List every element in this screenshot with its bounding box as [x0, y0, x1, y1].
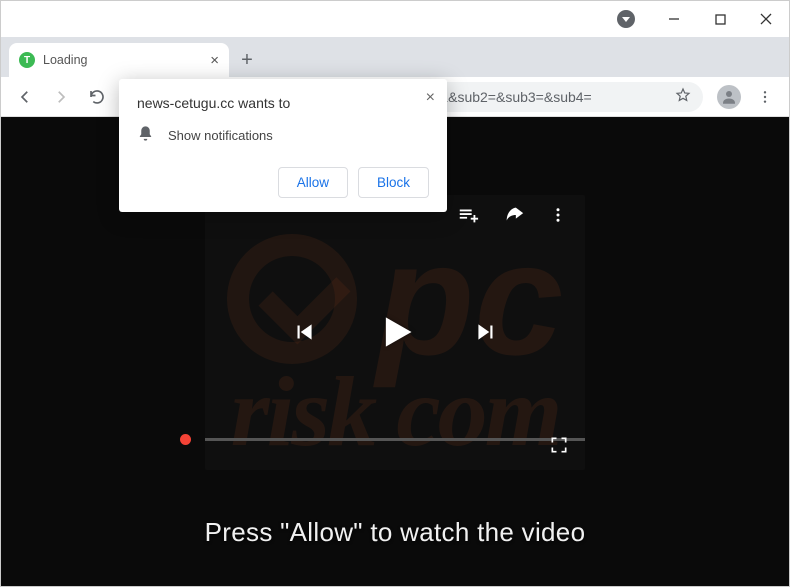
video-player — [205, 195, 585, 470]
play-button-icon[interactable] — [373, 310, 417, 359]
back-button[interactable] — [9, 81, 41, 113]
permission-label: Show notifications — [168, 128, 273, 143]
next-track-icon[interactable] — [473, 319, 499, 350]
permission-row: Show notifications — [137, 125, 429, 145]
more-options-icon[interactable] — [549, 206, 567, 229]
window-titlebar — [1, 1, 789, 37]
maximize-button[interactable] — [697, 1, 743, 37]
forward-button[interactable] — [45, 81, 77, 113]
tab-strip: T Loading × + — [1, 37, 789, 77]
progress-handle[interactable] — [180, 434, 191, 445]
browser-tab[interactable]: T Loading × — [9, 43, 229, 77]
new-tab-button[interactable]: + — [233, 46, 261, 74]
profile-avatar-icon[interactable] — [717, 85, 741, 109]
close-popup-icon[interactable]: × — [426, 89, 435, 107]
browser-window: T Loading × + news-cetugu.cc/39/?site=80… — [0, 0, 790, 587]
bell-icon — [137, 125, 154, 145]
tab-title: Loading — [43, 53, 88, 67]
notification-permission-popup: × news-cetugu.cc wants to Show notificat… — [119, 79, 447, 212]
allow-button[interactable]: Allow — [278, 167, 348, 198]
share-icon[interactable] — [503, 204, 525, 231]
permission-title: news-cetugu.cc wants to — [137, 95, 429, 111]
browser-menu-dropdown-icon[interactable] — [617, 10, 635, 28]
previous-track-icon[interactable] — [291, 319, 317, 350]
browser-menu-icon[interactable] — [749, 81, 781, 113]
block-button[interactable]: Block — [358, 167, 429, 198]
close-tab-icon[interactable]: × — [210, 52, 219, 69]
minimize-button[interactable] — [651, 1, 697, 37]
close-window-button[interactable] — [743, 1, 789, 37]
playlist-add-icon[interactable] — [457, 204, 479, 231]
reload-button[interactable] — [81, 81, 113, 113]
video-progress-bar[interactable] — [205, 438, 585, 441]
fullscreen-icon[interactable] — [549, 435, 569, 460]
bookmark-star-icon[interactable] — [675, 87, 691, 106]
page-caption: Press "Allow" to watch the video — [1, 517, 789, 548]
tab-favicon: T — [19, 52, 35, 68]
